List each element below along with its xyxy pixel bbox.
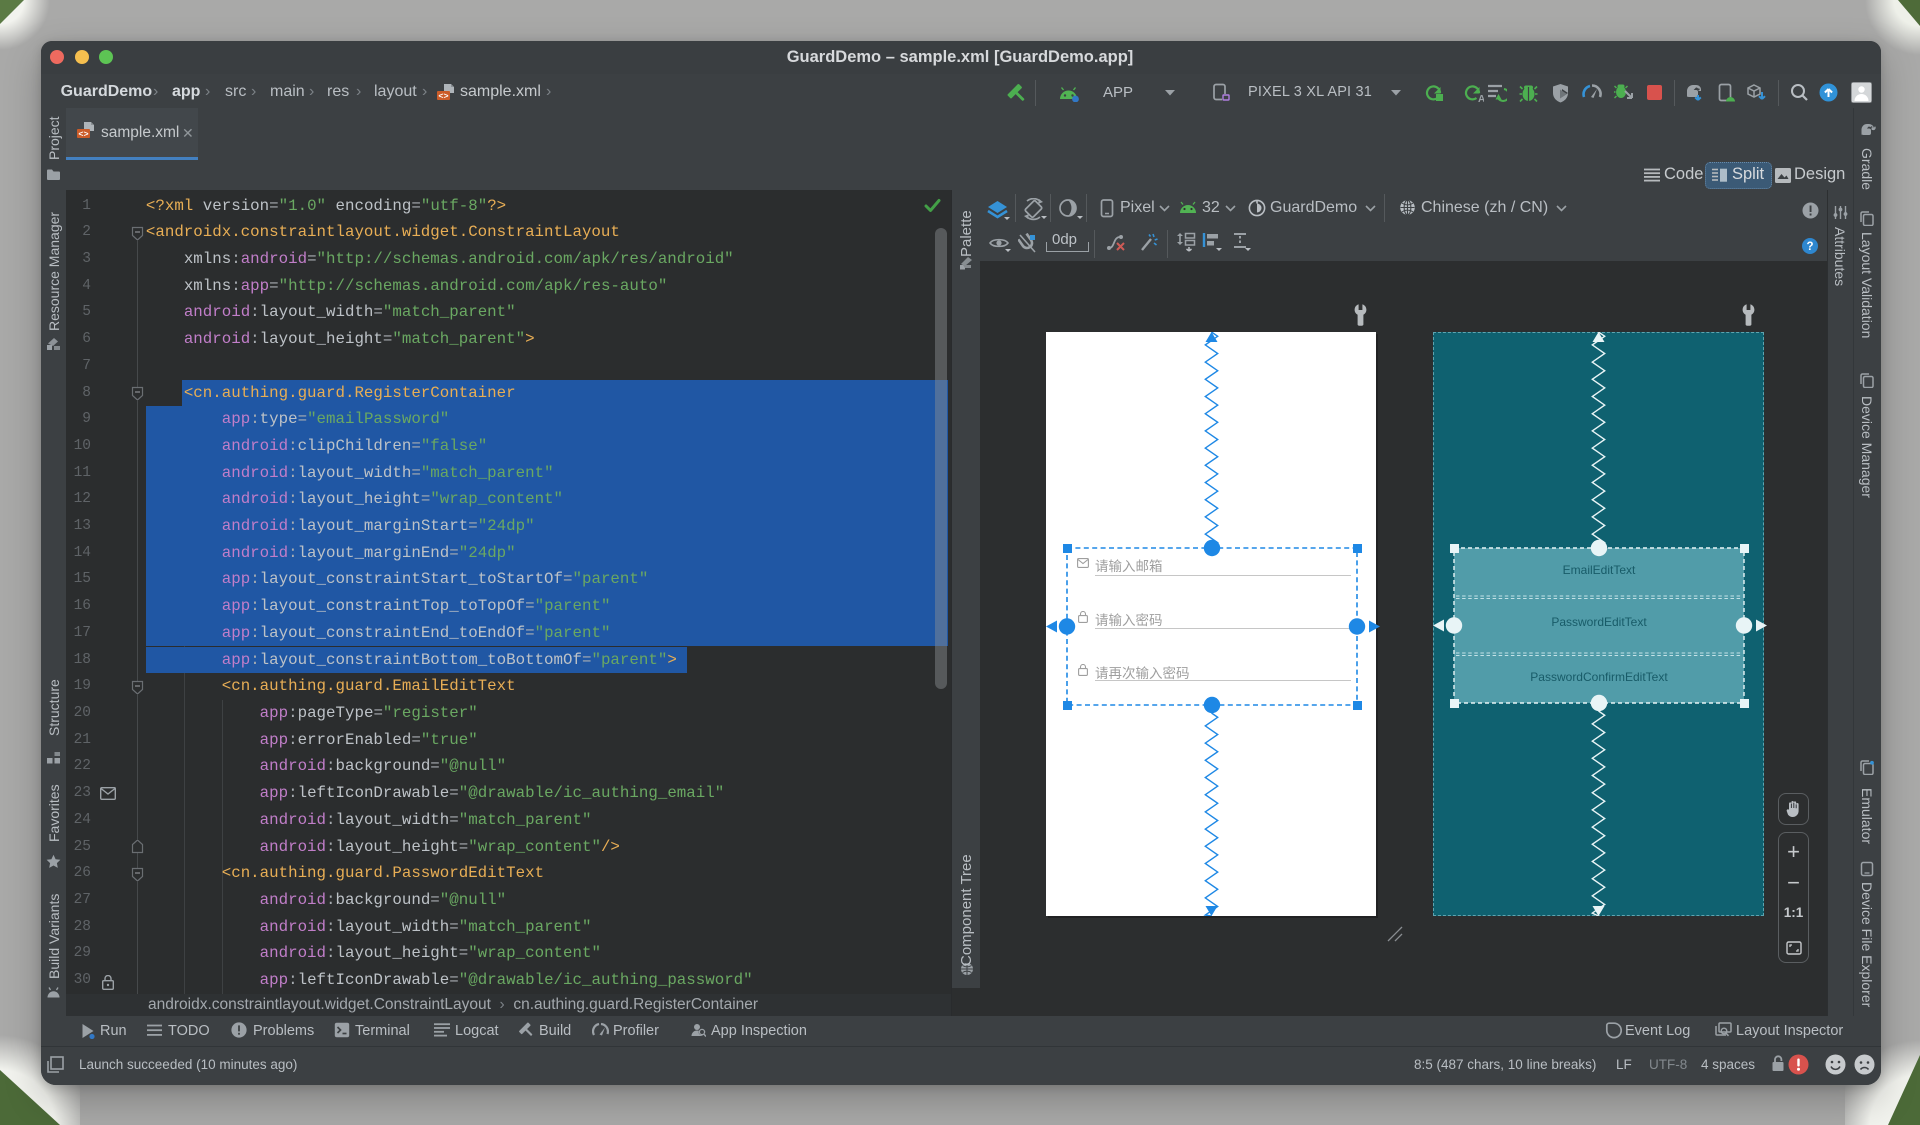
svg-text:A: A: [1478, 94, 1484, 103]
svg-text:?: ?: [1806, 241, 1813, 253]
svg-text:EmailEditText: EmailEditText: [1563, 563, 1636, 577]
svg-text:<>: <>: [78, 129, 88, 139]
svg-text:PasswordConfirmEditText: PasswordConfirmEditText: [1530, 670, 1668, 684]
svg-text:PasswordEditText: PasswordEditText: [1551, 615, 1647, 629]
svg-text:<>: <>: [438, 91, 448, 101]
